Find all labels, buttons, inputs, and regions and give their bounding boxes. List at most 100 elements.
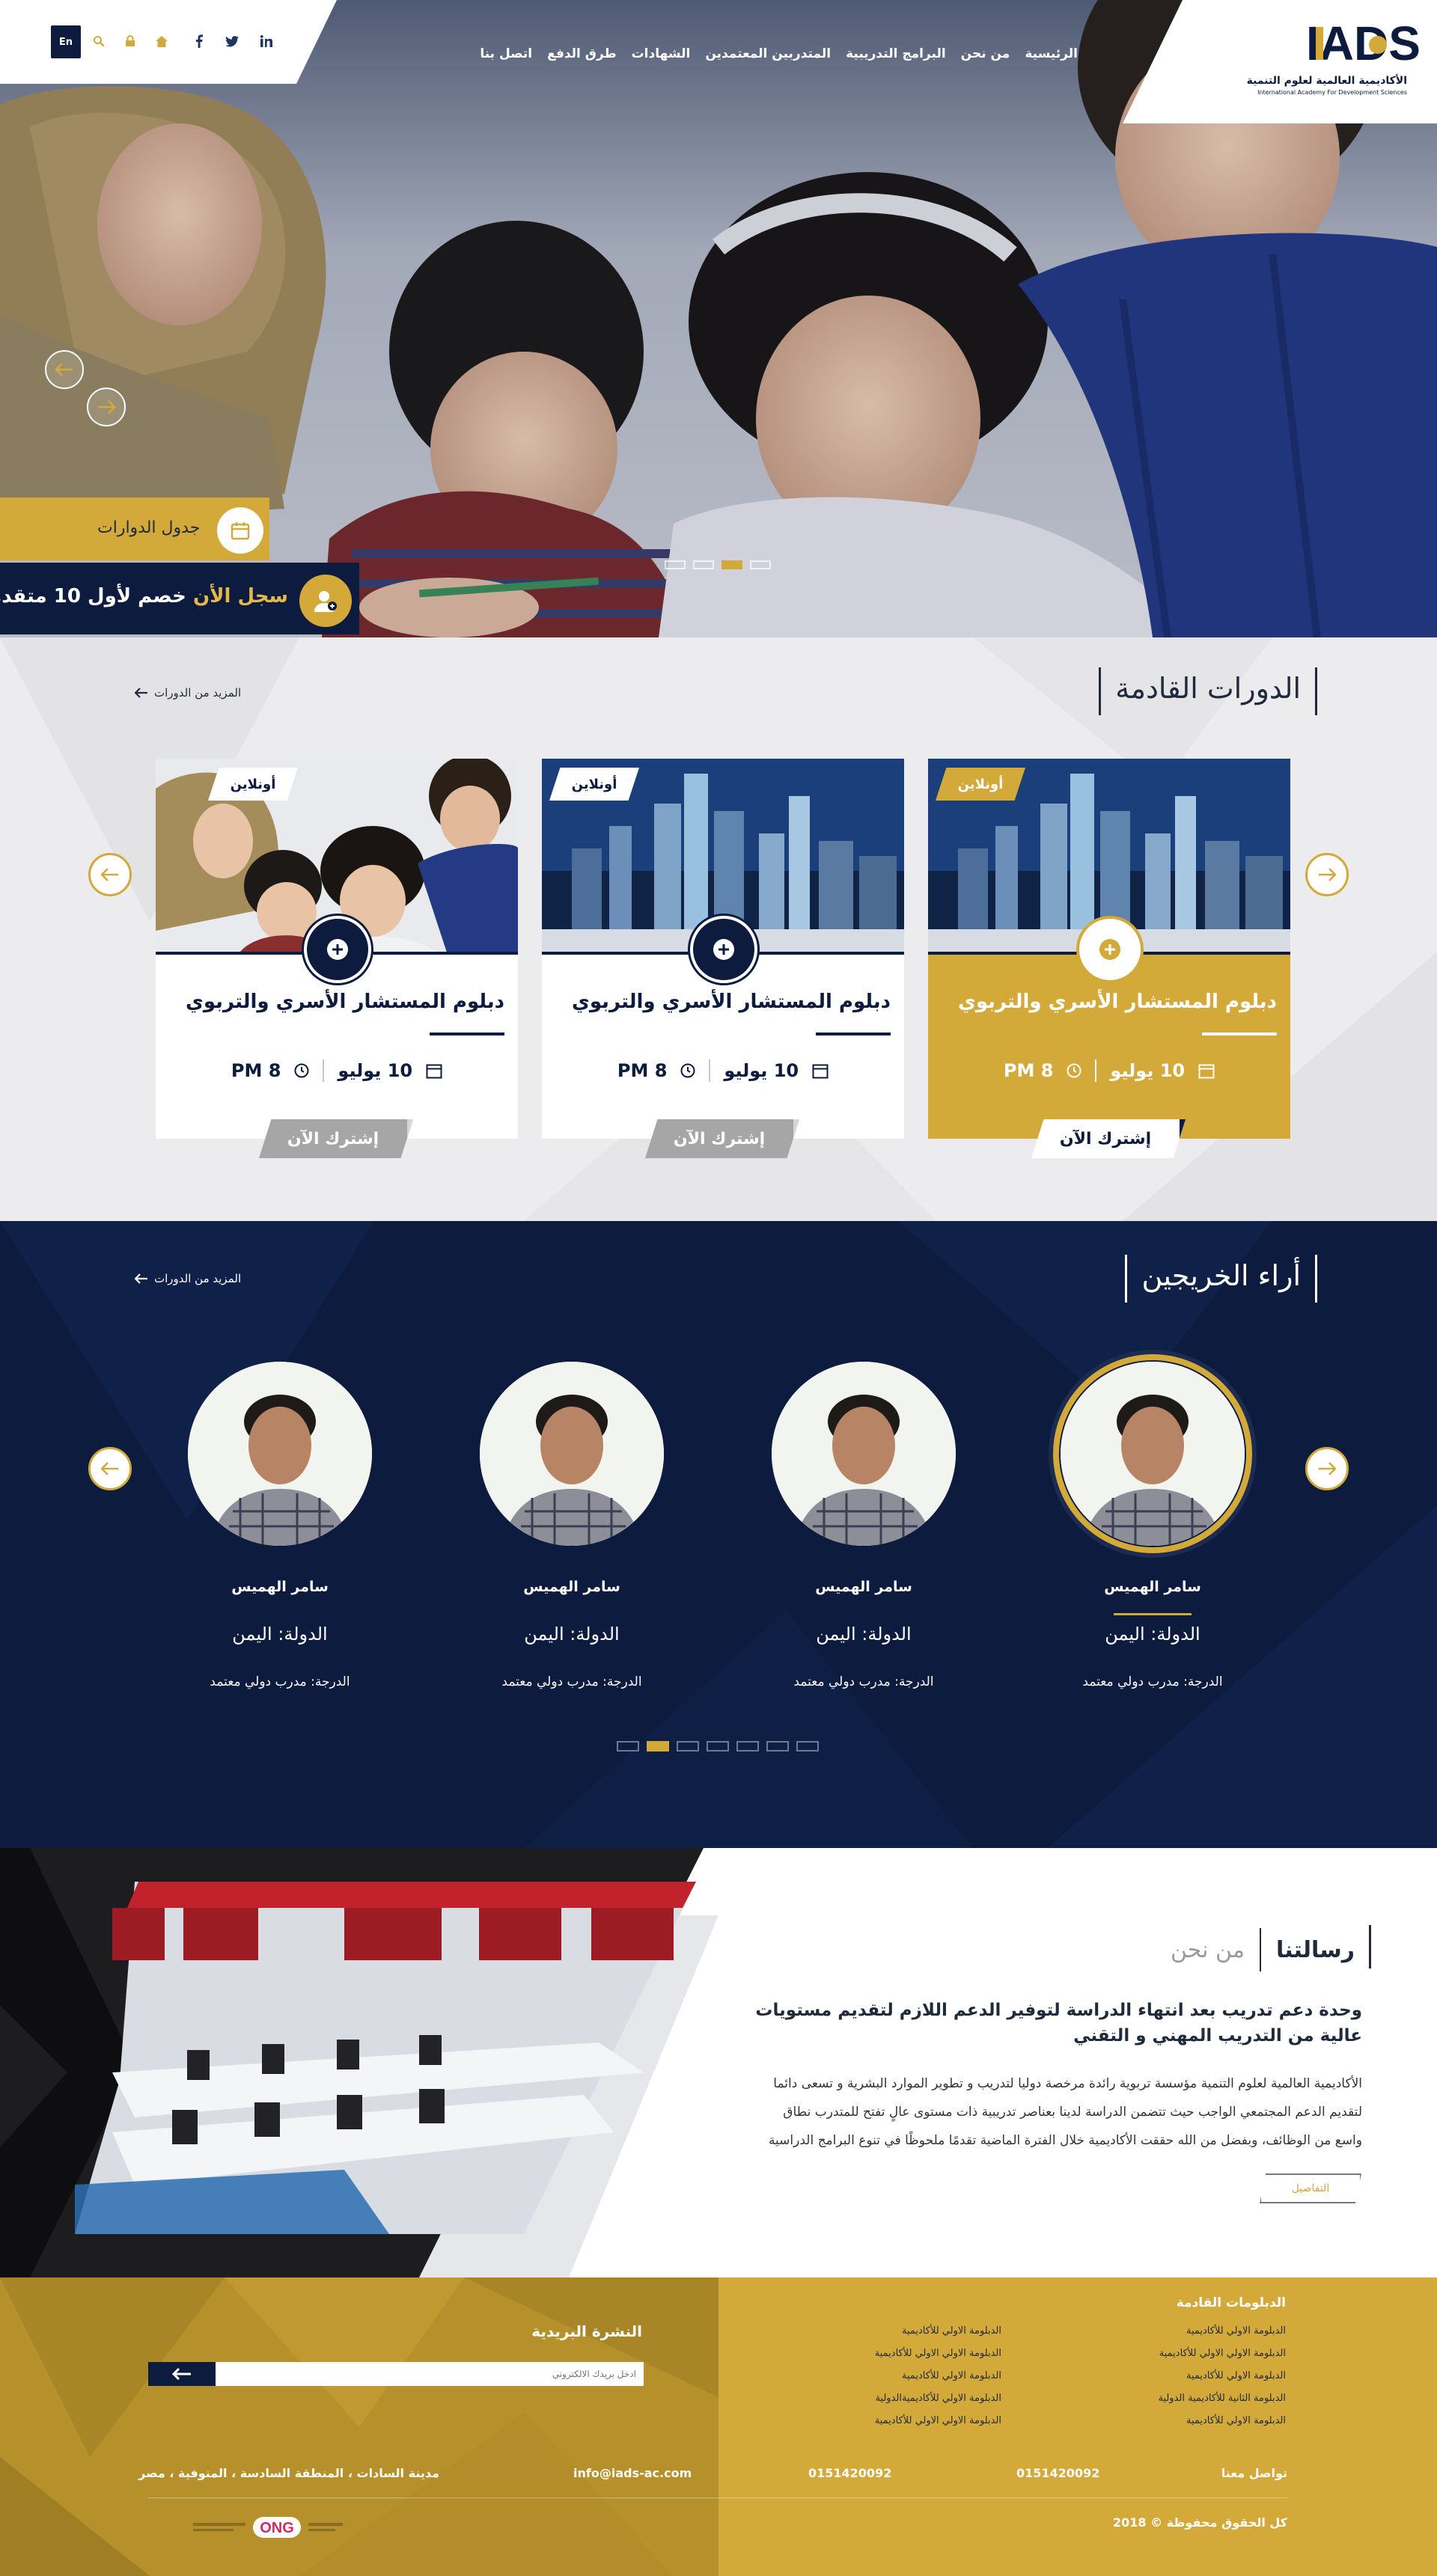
user-register-icon[interactable] xyxy=(299,575,352,627)
diploma-link[interactable]: الدبلومة الاولي للأكاديمية xyxy=(1186,2370,1286,2381)
graduate-name: سامر الهميس xyxy=(523,1579,620,1595)
graduates-dot[interactable] xyxy=(677,1741,699,1752)
diploma-link[interactable]: الدبلومة الاولي للأكاديمية xyxy=(902,2370,1001,2381)
diploma-link[interactable]: الدبلومة الاولي الاولي للأكاديمية xyxy=(1159,2348,1286,2359)
nav-payment[interactable]: طرق الدفع xyxy=(547,46,616,61)
graduate-rank: الدرجة: مدرب دولي معتمد xyxy=(210,1674,350,1689)
graduate-country: الدولة: اليمن xyxy=(1105,1624,1200,1645)
nav-trainees[interactable]: المتدربين المعتمدين xyxy=(705,46,831,61)
contact-phone[interactable]: 0151420092 xyxy=(1016,2466,1099,2480)
subscribe-button[interactable]: إشترك الآن xyxy=(259,1119,413,1158)
about-body-line: واسع من الوظائف، وبفضل من الله حققت الأك… xyxy=(768,2133,1362,2148)
courses-prev-arrow-icon[interactable] xyxy=(88,853,132,896)
courses-more-link[interactable]: المزيد من الدورات xyxy=(135,686,241,700)
graduates-dot[interactable] xyxy=(707,1741,729,1752)
newsletter-submit-button[interactable] xyxy=(148,2362,216,2386)
arrow-left-icon xyxy=(135,688,147,698)
clock-icon xyxy=(680,1063,695,1078)
contact-phone[interactable]: 0151420092 xyxy=(808,2466,891,2480)
facebook-icon[interactable] xyxy=(186,26,213,56)
graduate-card[interactable]: سامر الهميس الدولة: اليمن الدرجة: مدرب د… xyxy=(744,1362,983,1706)
hero-prev-arrow-icon[interactable] xyxy=(45,350,84,389)
add-course-icon[interactable] xyxy=(1076,916,1144,983)
diploma-link[interactable]: الدبلومة الاولي للأكاديمية xyxy=(1186,2325,1286,2337)
graduates-more-link[interactable]: المزيد من الدورات xyxy=(135,1272,241,1285)
course-badge: أونلاين xyxy=(549,768,639,801)
clock-icon xyxy=(294,1063,309,1078)
diploma-link[interactable]: الدبلومة الاولي الاولي للأكاديمية xyxy=(875,2415,1001,2426)
course-card[interactable]: أونلاين دبلوم المستشار الأسري والتربوي 1… xyxy=(156,759,518,1158)
add-course-icon[interactable] xyxy=(304,916,371,983)
newsletter-email-input[interactable] xyxy=(216,2362,644,2386)
contact-email[interactable]: info@iads-ac.com xyxy=(573,2466,692,2480)
graduate-name: سامر الهميس xyxy=(231,1579,329,1595)
nav-home[interactable]: الرئيسية xyxy=(1025,46,1078,61)
details-button[interactable]: التفاصيل xyxy=(1260,2173,1361,2203)
arrow-left-icon xyxy=(135,1273,147,1284)
graduates-next-arrow-icon[interactable] xyxy=(1305,1447,1349,1490)
course-title: دبلوم المستشار الأسري والتربوي xyxy=(958,991,1277,1013)
hero-slide-dot[interactable] xyxy=(750,560,771,569)
graduates-dot[interactable] xyxy=(617,1741,639,1752)
calendar-icon[interactable] xyxy=(217,507,263,554)
about-body: الأكاديمية العالمية لعلوم التنمية مؤسسة … xyxy=(718,2069,1362,2155)
subscribe-button[interactable]: إشترك الآن xyxy=(1031,1119,1186,1158)
home-icon[interactable] xyxy=(148,26,175,56)
graduate-rank: الدرجة: مدرب دولي معتمد xyxy=(793,1674,934,1689)
partner-logo[interactable]: ONG xyxy=(186,2514,350,2541)
linkedin-icon[interactable] xyxy=(253,26,280,56)
add-course-icon[interactable] xyxy=(690,916,757,983)
graduate-name: سامر الهميس xyxy=(815,1579,912,1595)
tab-mission[interactable]: رسالتنا xyxy=(1261,1937,1370,1963)
course-time: PM 8 xyxy=(1003,1060,1054,1081)
graduate-card[interactable]: سامر الهميس الدولة: اليمن الدرجة: مدرب د… xyxy=(452,1362,692,1706)
graduate-card[interactable]: سامر الهميس الدولة: اليمن الدرجة: مدرب د… xyxy=(1033,1354,1272,1706)
diploma-link[interactable]: الدبلومة الاولي للأكاديمية xyxy=(1186,2415,1286,2426)
footer-divider xyxy=(148,2497,1287,2498)
calendar-icon xyxy=(1198,1064,1215,1079)
courses-next-arrow-icon[interactable] xyxy=(1305,853,1349,896)
nav-contact[interactable]: اتصل بنا xyxy=(480,46,532,61)
diploma-link[interactable]: الدبلومة الاولي للأكاديميةالدولية xyxy=(875,2393,1001,2404)
course-card[interactable]: أونلاين دبلوم المستشار الأسري والتربوي 1… xyxy=(928,759,1290,1158)
about-body-line: لتقديم الدعم المجتمعي الواجب حيث تتضمن ا… xyxy=(783,2105,1362,2120)
nav-programs[interactable]: البرامج التدريبية xyxy=(846,46,946,61)
search-icon[interactable] xyxy=(85,26,112,56)
tab-about[interactable]: من نحن xyxy=(1156,1937,1260,1963)
graduates-dot-active[interactable] xyxy=(647,1741,669,1752)
register-highlight: سجل الأن xyxy=(192,585,288,608)
register-promo[interactable]: سجل الأن خصم لأول 10 متقدمين xyxy=(0,585,288,608)
graduate-photo xyxy=(1061,1362,1245,1546)
nav-certificates[interactable]: الشهادات xyxy=(632,46,691,61)
diploma-link[interactable]: الدبلومة الاولي الاولي للأكاديمية xyxy=(875,2348,1001,2359)
graduate-rank: الدرجة: مدرب دولي معتمد xyxy=(1082,1674,1223,1689)
hero-slider: En الرئيسية من نحن البرامج التدريبية الم… xyxy=(0,0,1437,637)
graduate-country: الدولة: اليمن xyxy=(232,1624,328,1645)
diploma-link[interactable]: الدبلومة الثانية للأكاديمية الدولية xyxy=(1158,2393,1286,2404)
graduate-card[interactable]: سامر الهميس الدولة: اليمن الدرجة: مدرب د… xyxy=(160,1362,400,1706)
tab-divider xyxy=(1369,1925,1371,1968)
course-time: PM 8 xyxy=(231,1060,281,1081)
course-meta: 10 يوليو PM 8 xyxy=(928,1059,1290,1082)
course-card[interactable]: أونلاين دبلوم المستشار الأسري والتربوي 1… xyxy=(542,759,904,1158)
twitter-icon[interactable] xyxy=(219,26,245,56)
nav-about[interactable]: من نحن xyxy=(961,46,1010,61)
hero-slide-dot[interactable] xyxy=(665,560,686,569)
graduates-section-title: أراء الخريجين xyxy=(1125,1255,1317,1303)
hero-next-arrow-icon[interactable] xyxy=(87,388,126,426)
graduates-dot[interactable] xyxy=(796,1741,819,1752)
hero-slide-dot-active[interactable] xyxy=(721,560,742,569)
graduates-dot[interactable] xyxy=(766,1741,789,1752)
language-button[interactable]: En xyxy=(51,25,81,58)
hero-slide-dot[interactable] xyxy=(693,560,714,569)
graduates-dot[interactable] xyxy=(736,1741,759,1752)
logo-arabic-name: الأكاديمية العالمية لعلوم التنمية xyxy=(1247,74,1407,87)
lock-icon[interactable] xyxy=(117,26,144,56)
logo-english-name: International Academy For Development Sc… xyxy=(1257,89,1407,96)
graduates-prev-arrow-icon[interactable] xyxy=(88,1447,132,1490)
logo-panel[interactable]: IADS الأكاديمية العالمية لعلوم التنمية I… xyxy=(1123,0,1437,123)
course-badge: أونلاين xyxy=(936,768,1025,801)
diploma-link[interactable]: الدبلومة الاولي للأكاديمية xyxy=(902,2325,1001,2337)
subscribe-button[interactable]: إشترك الآن xyxy=(645,1119,799,1158)
newsletter-title: النشرة البريدية xyxy=(531,2322,642,2340)
